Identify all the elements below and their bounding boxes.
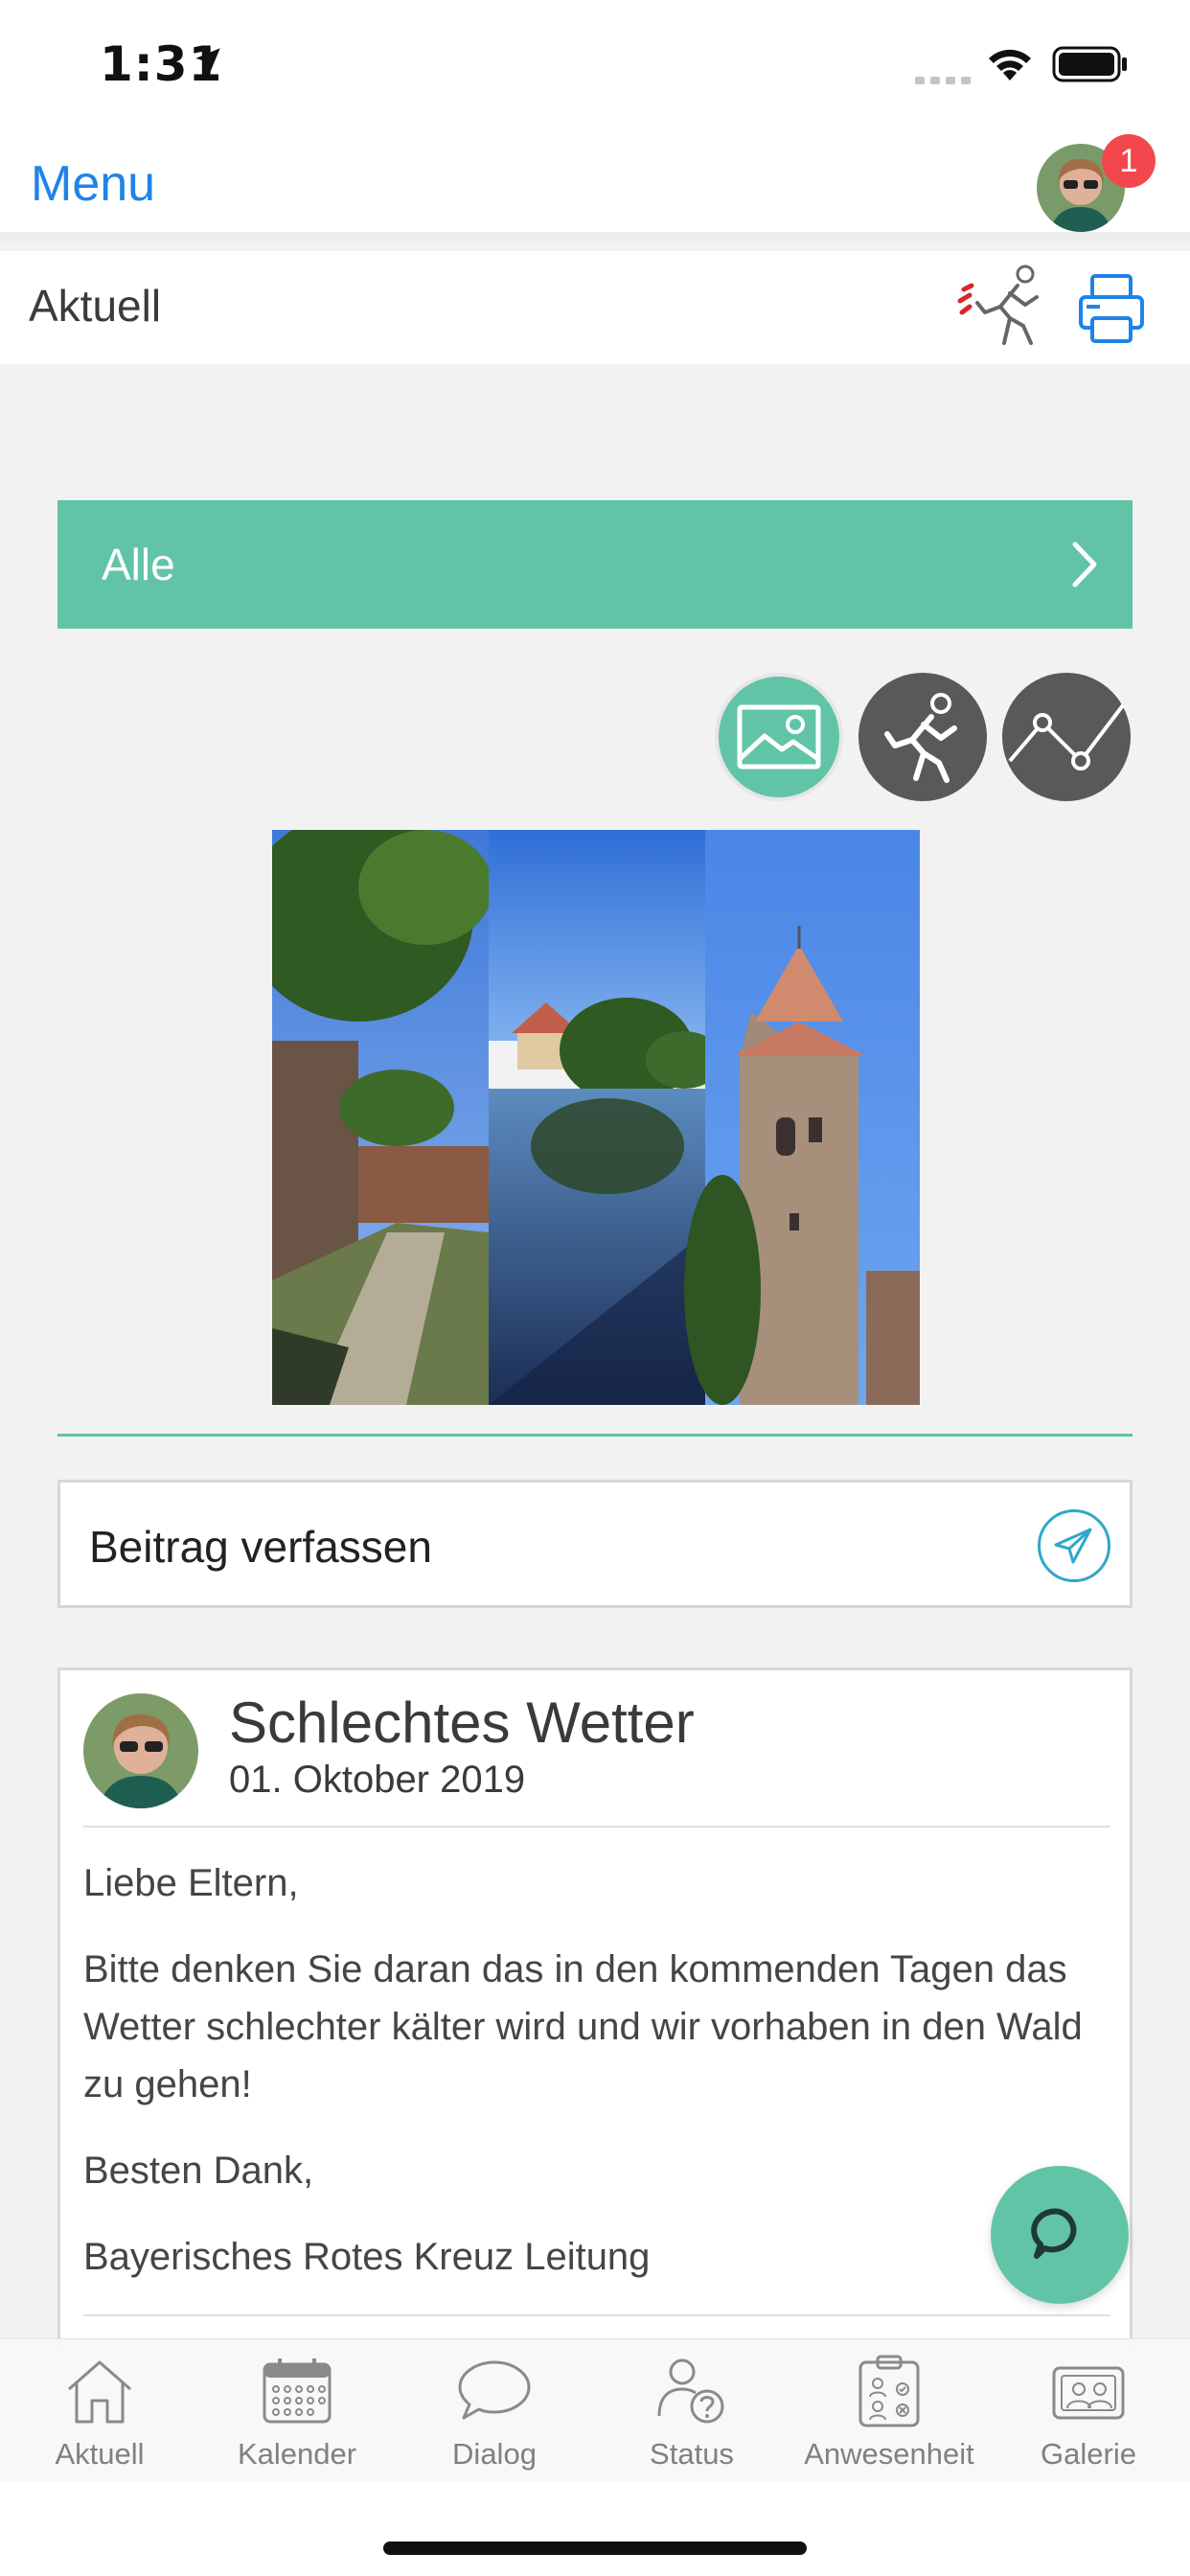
tab-dialog[interactable]: Dialog bbox=[399, 2339, 590, 2483]
tab-kalender[interactable]: Kalender bbox=[201, 2339, 393, 2483]
compose-placeholder: Beitrag verfassen bbox=[89, 1522, 432, 1572]
page-title: Aktuell bbox=[29, 281, 162, 331]
home-indicator-area bbox=[0, 2482, 1190, 2576]
emergency-exit-runner-icon[interactable] bbox=[956, 263, 1048, 351]
line-chart-icon bbox=[1008, 703, 1125, 770]
tab-label: Galerie bbox=[1041, 2437, 1136, 2471]
printer-icon[interactable] bbox=[1077, 270, 1146, 347]
chat-bubble-icon bbox=[458, 2360, 531, 2420]
attendance-clipboard-icon bbox=[858, 2355, 920, 2427]
author-avatar bbox=[83, 1693, 198, 1808]
status-bar: 1:31 bbox=[0, 0, 1190, 134]
post-paragraph: Besten Dank, bbox=[83, 2150, 314, 2192]
bottom-tab-bar: Aktuell Kalender Dialog Status Anwesenhe… bbox=[0, 2338, 1190, 2482]
tab-label: Dialog bbox=[452, 2437, 537, 2471]
paper-plane-icon bbox=[1054, 1528, 1092, 1564]
tab-label: Status bbox=[650, 2437, 734, 2471]
tab-aktuell[interactable]: Aktuell bbox=[4, 2339, 195, 2483]
photo-collage-image bbox=[272, 830, 920, 1405]
person-question-icon bbox=[657, 2358, 724, 2424]
section-header: Aktuell bbox=[0, 251, 1190, 364]
tab-label: Aktuell bbox=[55, 2437, 145, 2471]
location-arrow-icon bbox=[195, 48, 220, 73]
runner-icon bbox=[884, 693, 957, 783]
post-body: Liebe Eltern, Bitte denken Sie daran das… bbox=[83, 1854, 1099, 2314]
chevron-right-icon bbox=[1072, 541, 1097, 587]
compose-post-field[interactable]: Beitrag verfassen bbox=[57, 1480, 1133, 1608]
tab-label: Kalender bbox=[237, 2437, 357, 2471]
divider bbox=[83, 2314, 1110, 2316]
gallery-icon bbox=[1052, 2366, 1125, 2420]
home-indicator[interactable] bbox=[383, 2542, 807, 2555]
post-date: 01. Oktober 2019 bbox=[229, 1759, 526, 1801]
post-paragraph: Bayerisches Rotes Kreuz Leitung bbox=[83, 2236, 651, 2278]
home-icon bbox=[68, 2360, 131, 2424]
category-filter[interactable]: Alle bbox=[57, 500, 1133, 629]
tab-status[interactable]: Status bbox=[596, 2339, 788, 2483]
activity-filter-button[interactable] bbox=[858, 673, 987, 801]
calendar-icon bbox=[263, 2358, 332, 2424]
navigation-bar: Menu 1 bbox=[0, 134, 1190, 242]
wifi-icon bbox=[989, 49, 1031, 80]
section-divider bbox=[57, 1434, 1133, 1437]
chat-fab-button[interactable] bbox=[991, 2166, 1129, 2304]
notification-badge: 1 bbox=[1102, 134, 1156, 188]
tab-label: Anwesenheit bbox=[804, 2437, 974, 2471]
filter-label: Alle bbox=[102, 540, 175, 589]
tab-galerie[interactable]: Galerie bbox=[993, 2339, 1184, 2483]
divider bbox=[83, 1826, 1110, 1828]
photo-collage[interactable] bbox=[272, 830, 920, 1405]
image-icon bbox=[737, 704, 821, 770]
tab-anwesenheit[interactable]: Anwesenheit bbox=[793, 2339, 985, 2483]
battery-icon bbox=[1052, 46, 1127, 82]
post-paragraph: Bitte denken Sie daran das in den kommen… bbox=[83, 1948, 1083, 2105]
send-button[interactable] bbox=[1038, 1509, 1110, 1582]
cellular-signal-icon bbox=[915, 77, 971, 84]
statistics-filter-button[interactable] bbox=[1002, 673, 1131, 801]
chat-bubble-icon bbox=[1031, 2208, 1077, 2259]
images-filter-button[interactable] bbox=[715, 673, 843, 801]
menu-button[interactable]: Menu bbox=[31, 155, 155, 213]
post-title: Schlechtes Wetter bbox=[229, 1690, 695, 1755]
news-post-card: Schlechtes Wetter 01. Oktober 2019 Liebe… bbox=[57, 1668, 1133, 2358]
post-paragraph: Liebe Eltern, bbox=[83, 1862, 299, 1904]
